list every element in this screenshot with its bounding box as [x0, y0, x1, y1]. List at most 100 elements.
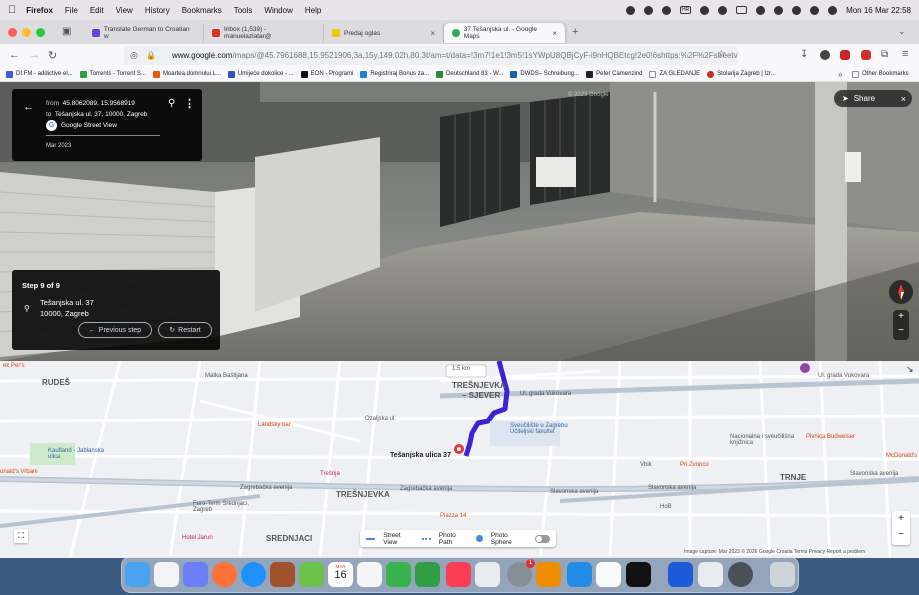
map-poi-nacionalna-knjiznica[interactable]: Nacionalna i sveučilišna knjižnica	[730, 434, 800, 446]
back-button[interactable]: ←	[9, 49, 20, 61]
fullscreen-icon[interactable]: ⛶	[14, 529, 28, 543]
app-store-icon[interactable]	[567, 562, 592, 587]
account-icon[interactable]	[820, 50, 830, 60]
app-window-icon[interactable]	[698, 562, 723, 587]
back-arrow-icon[interactable]: ←	[23, 101, 34, 113]
reload-button[interactable]: ↻	[48, 49, 57, 62]
map-footer[interactable]: Image capture: Mar 2023 © 2026 Google Cr…	[684, 549, 866, 555]
downloads-icon[interactable]: ↧	[800, 49, 808, 60]
tab-overview-icon[interactable]: ▣	[62, 26, 71, 37]
calendar-icon[interactable]: MAR 16	[328, 562, 353, 587]
map-zoom-in-button[interactable]: +	[892, 511, 910, 527]
map-poi-hob[interactable]: HoB	[660, 504, 672, 510]
status-icon-a[interactable]	[626, 5, 636, 15]
map-label-pers[interactable]: ek Per's	[3, 363, 25, 369]
menu-app-name[interactable]: Firefox	[26, 6, 53, 15]
close-tab-icon[interactable]: ×	[430, 29, 435, 38]
input-source-icon[interactable]: HR	[680, 6, 692, 14]
map-poi-pivnica-budweiser[interactable]: Pivnica Budweiser	[806, 434, 855, 440]
safari-icon[interactable]	[241, 562, 266, 587]
lock-icon[interactable]: 🔒	[146, 51, 156, 60]
menu-file[interactable]: File	[65, 6, 78, 15]
app-menu-icon[interactable]: ≡	[902, 48, 908, 60]
zoom-window-icon[interactable]	[36, 28, 45, 37]
bookmark-other[interactable]: Other Bookmarks	[852, 70, 909, 78]
extension-icon-2[interactable]	[861, 50, 871, 60]
archive-icon[interactable]	[270, 562, 295, 587]
map-poi-fero-term[interactable]: Fero-Term Srednjaci, Zagreb	[193, 501, 263, 513]
music-icon[interactable]	[446, 562, 471, 587]
spotlight-search-icon[interactable]	[792, 5, 802, 15]
menu-edit[interactable]: Edit	[90, 6, 104, 15]
firefox-icon[interactable]	[212, 562, 237, 587]
apple-tv-icon[interactable]	[626, 562, 651, 587]
system-settings-icon[interactable]: 1	[507, 559, 535, 587]
extensions-puzzle-icon[interactable]: ⧉	[881, 49, 888, 60]
quicktime-icon[interactable]	[728, 562, 753, 587]
layer-toggle[interactable]	[535, 534, 551, 543]
address-bar[interactable]: ◎ 🔒 www.google.com/maps/@45.7961688,15.9…	[124, 46, 738, 65]
user-icon[interactable]	[774, 5, 784, 15]
bookmark-difm[interactable]: DI.FM - addictive el...	[6, 70, 73, 78]
capture-date[interactable]: Mar 2023	[46, 143, 71, 149]
bluetooth-icon[interactable]	[718, 5, 728, 15]
minimize-window-icon[interactable]	[22, 28, 31, 37]
tab-inbox[interactable]: Inbox (1,539) - manuelazlatar@	[204, 23, 324, 43]
bookmark-star-icon[interactable]: ☆	[717, 49, 726, 60]
close-tab-icon[interactable]: ×	[552, 29, 557, 38]
wifi-icon[interactable]	[756, 5, 766, 15]
bookmark-stolarija[interactable]: Stolarija Zagreb | Izr...	[707, 70, 776, 78]
collapse-map-icon[interactable]: ↘	[906, 364, 914, 375]
map-poi-hotel-jarun[interactable]: Hotel Jarun	[182, 535, 213, 541]
sv-zoom-in-button[interactable]: +	[893, 310, 909, 324]
close-icon[interactable]: ×	[901, 94, 906, 104]
location-pin-icon[interactable]: ⚲	[168, 98, 175, 109]
tab-predaj-oglas[interactable]: Predaj oglas ×	[324, 23, 444, 43]
app-grid-icon[interactable]	[183, 562, 208, 587]
finder-icon[interactable]	[125, 562, 150, 587]
map-zoom-out-button[interactable]: −	[892, 527, 910, 543]
menu-bookmarks[interactable]: Bookmarks	[182, 6, 222, 15]
map-poi-kaufland[interactable]: Kaufland - Jablanska ulica	[48, 448, 108, 460]
extension-icon-1[interactable]	[840, 50, 850, 60]
bookmark-torrents[interactable]: Torrents - Torrent S...	[79, 70, 146, 78]
map-poi-landsky-bar[interactable]: Landsky bar	[258, 422, 291, 428]
status-icon-b[interactable]	[644, 5, 654, 15]
siri-icon[interactable]	[828, 5, 838, 15]
map-poi-mcdonalds[interactable]: McDonald's	[886, 453, 917, 459]
map-poi-piazza[interactable]: Piazza 14	[440, 513, 466, 519]
map-poi-mcdonalds-vrbani[interactable]: onald's Vrbani	[0, 469, 38, 475]
map-label-destination[interactable]: Tešanjska ulica 37	[390, 452, 451, 459]
photos-icon[interactable]	[357, 562, 382, 587]
tab-translate[interactable]: Translate German to Croatian w	[84, 23, 204, 43]
trash-icon[interactable]	[770, 562, 795, 587]
sv-zoom-out-button[interactable]: −	[893, 324, 909, 338]
tab-google-maps[interactable]: 37 Tešanjska ul. - Google Maps ×	[444, 23, 566, 43]
bookmark-camenzind[interactable]: Peter Camenzind	[586, 70, 642, 78]
bookmark-deutschland[interactable]: Deutschland 83 - W...	[436, 70, 503, 78]
maps-icon[interactable]	[299, 562, 324, 587]
restart-button[interactable]: ↻ Restart	[158, 322, 212, 338]
more-options-icon[interactable]: ⋮	[184, 97, 195, 110]
map-marker-icon[interactable]	[800, 363, 810, 373]
map-poi-tresnja[interactable]: Trešnja	[320, 471, 340, 477]
forward-button[interactable]: →	[29, 49, 40, 61]
bookmark-registriraj[interactable]: Registriraj Bonus za...	[360, 70, 429, 78]
bookmark-moartea[interactable]: Moartea.domnului.L...	[152, 70, 221, 78]
map-poi-uciteljski-fakultet[interactable]: Sveučilište u Zagrebu Učiteljski fakulte…	[510, 423, 582, 435]
compass-icon[interactable]	[889, 280, 913, 304]
bookmark-eon[interactable]: EON - Programi	[300, 70, 353, 78]
menu-window[interactable]: Window	[264, 6, 292, 15]
bookmark-umijece[interactable]: Umijeće dokolice - ...	[227, 70, 294, 78]
apple-icon[interactable]: 	[8, 4, 16, 16]
word-icon[interactable]	[668, 562, 693, 587]
status-icon-c[interactable]	[662, 5, 672, 15]
new-tab-button[interactable]: +	[572, 26, 578, 38]
battery-icon[interactable]	[736, 6, 748, 14]
map-poi-pri-zvoncu[interactable]: Pri Zvoncu	[680, 462, 709, 468]
facetime-icon[interactable]	[415, 562, 440, 587]
more-bookmarks-icon[interactable]: »	[838, 70, 842, 79]
menu-view[interactable]: View	[116, 6, 133, 15]
close-window-icon[interactable]	[8, 28, 17, 37]
bookmark-folder-za-gledanje[interactable]: ZA GLEDANJE	[649, 70, 700, 78]
